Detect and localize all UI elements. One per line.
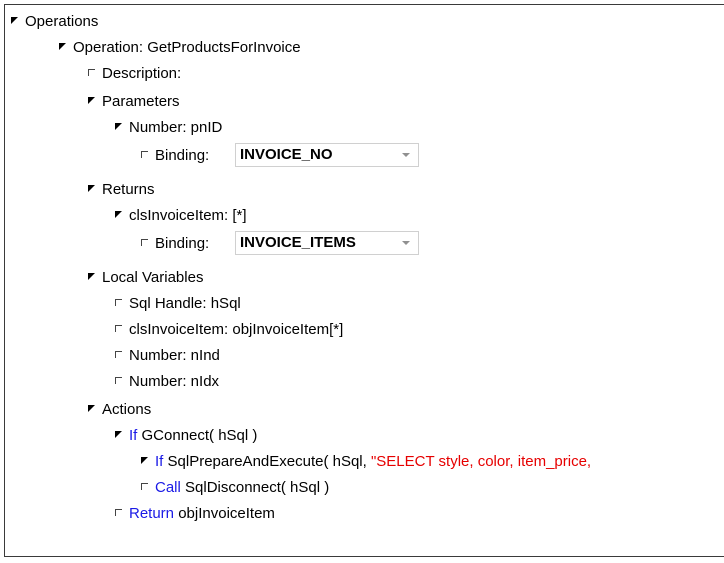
expanded-triangle-icon[interactable] xyxy=(88,185,95,192)
tree-node-param-binding[interactable]: Binding: INVOICE_NO xyxy=(141,143,441,167)
statement-expression: SqlPrepareAndExecute( hSql, xyxy=(167,453,371,470)
expanded-triangle-icon[interactable] xyxy=(88,97,95,104)
expanded-triangle-icon[interactable] xyxy=(115,123,122,130)
param-binding-dropdown[interactable]: INVOICE_NO xyxy=(235,143,419,167)
sql-string-literal: "SELECT style, color, item_price, xyxy=(370,453,592,470)
if-keyword: If xyxy=(129,427,138,444)
node-label: Operation: GetProductsForInvoice xyxy=(73,39,301,56)
binding-label: Binding: xyxy=(155,235,210,252)
return-keyword: Return xyxy=(129,505,175,522)
node-label: Parameters xyxy=(102,93,180,110)
expanded-triangle-icon[interactable] xyxy=(88,405,95,412)
returns-binding-value: INVOICE_ITEMS xyxy=(240,234,356,251)
node-label: Returns xyxy=(102,181,155,198)
expanded-triangle-icon[interactable] xyxy=(115,431,122,438)
leaf-corner-icon xyxy=(141,239,148,246)
expanded-triangle-icon[interactable] xyxy=(141,457,148,464)
statement-text: Call SqlDisconnect( hSql ) xyxy=(155,477,329,498)
node-label: clsInvoiceItem: [*] xyxy=(129,207,247,224)
leaf-corner-icon xyxy=(115,299,122,306)
call-keyword: Call xyxy=(155,479,181,496)
if-keyword: If xyxy=(155,453,164,470)
expanded-triangle-icon[interactable] xyxy=(59,43,66,50)
statement-expression: objInvoiceItem xyxy=(178,505,275,522)
param-binding-value: INVOICE_NO xyxy=(240,146,333,163)
statement-text: Return objInvoiceItem xyxy=(129,503,275,524)
leaf-corner-icon xyxy=(141,483,148,490)
chevron-down-icon[interactable] xyxy=(402,153,410,157)
statement-text: If GConnect( hSql ) xyxy=(129,425,257,446)
tree-node-returns-binding[interactable]: Binding: INVOICE_ITEMS xyxy=(141,231,441,255)
outline-tree-panel: Operations Operation: GetProductsForInvo… xyxy=(4,4,724,557)
expanded-triangle-icon[interactable] xyxy=(88,273,95,280)
expanded-triangle-icon[interactable] xyxy=(115,211,122,218)
expanded-triangle-icon[interactable] xyxy=(11,17,18,24)
statement-text: If SqlPrepareAndExecute( hSql, "SELECT s… xyxy=(155,451,591,472)
chevron-down-icon[interactable] xyxy=(402,241,410,245)
statement-expression: GConnect( hSql ) xyxy=(141,427,258,444)
node-label: clsInvoiceItem: objInvoiceItem[*] xyxy=(129,321,344,338)
node-label: Actions xyxy=(102,401,152,418)
node-label: Number: nIdx xyxy=(129,373,220,390)
leaf-corner-icon xyxy=(115,509,122,516)
leaf-corner-icon xyxy=(115,377,122,384)
returns-binding-dropdown[interactable]: INVOICE_ITEMS xyxy=(235,231,419,255)
leaf-corner-icon xyxy=(88,69,95,76)
statement-expression: SqlDisconnect( hSql ) xyxy=(185,479,330,496)
node-label: Number: pnID xyxy=(129,119,223,136)
node-label: Number: nInd xyxy=(129,347,220,364)
node-label: Local Variables xyxy=(102,269,204,286)
binding-label: Binding: xyxy=(155,147,210,164)
leaf-corner-icon xyxy=(115,325,122,332)
node-label: Operations xyxy=(25,13,99,30)
leaf-corner-icon xyxy=(115,351,122,358)
node-label: Description: xyxy=(102,65,182,82)
node-label: Sql Handle: hSql xyxy=(129,295,241,312)
leaf-corner-icon xyxy=(141,151,148,158)
